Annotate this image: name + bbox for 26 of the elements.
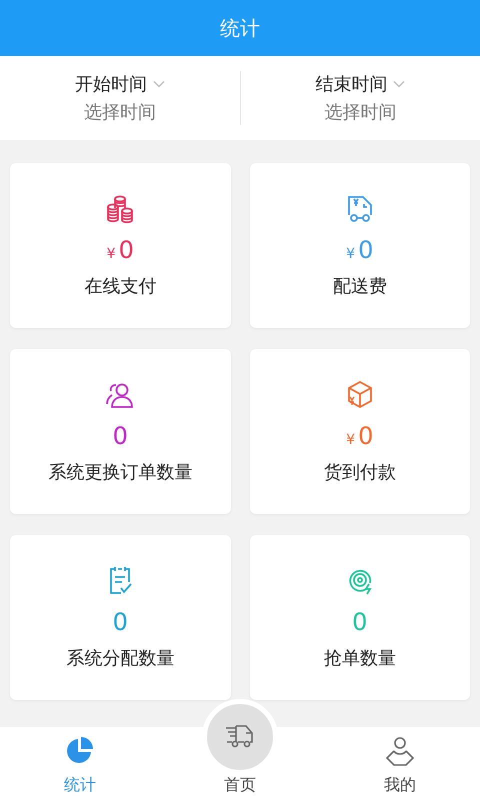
stat-value: ¥0 <box>346 423 374 450</box>
stat-label: 货到付款 <box>324 460 396 484</box>
stat-card[interactable]: 0 系统更换订单数量 <box>10 349 230 514</box>
stat-label: 系统更换订单数量 <box>48 460 192 484</box>
stat-label: 配送费 <box>332 274 387 298</box>
stat-value: ¥0 <box>106 237 134 264</box>
page-title: 统计 <box>220 14 260 42</box>
date-picker[interactable]: 开始时间 选择时间 <box>0 72 240 124</box>
stat-label: 抢单数量 <box>324 646 396 670</box>
date-picker[interactable]: 结束时间 选择时间 <box>240 72 480 124</box>
stat-label: 系统分配数量 <box>66 646 174 670</box>
stat-card[interactable]: ¥0 配送费 <box>250 163 470 328</box>
person-icon <box>384 735 416 767</box>
nav-label[interactable]: 首页 <box>224 775 256 796</box>
nav-tab[interactable]: 我的 <box>320 727 480 800</box>
stat-card[interactable]: ¥0 在线支付 <box>10 163 230 328</box>
stat-label: 在线支付 <box>84 274 156 298</box>
stat-card[interactable]: ¥0 货到付款 <box>250 349 470 514</box>
stat-card[interactable]: 0 系统分配数量 <box>10 535 230 700</box>
chevron-down-icon <box>393 80 406 88</box>
stat-value: ¥0 <box>346 237 374 264</box>
stat-value: 0 <box>352 609 368 636</box>
chevron-down-icon <box>152 80 165 88</box>
stat-value: 0 <box>112 423 128 450</box>
stat-value: 0 <box>112 609 128 636</box>
stat-card[interactable]: 0 抢单数量 <box>250 535 470 700</box>
